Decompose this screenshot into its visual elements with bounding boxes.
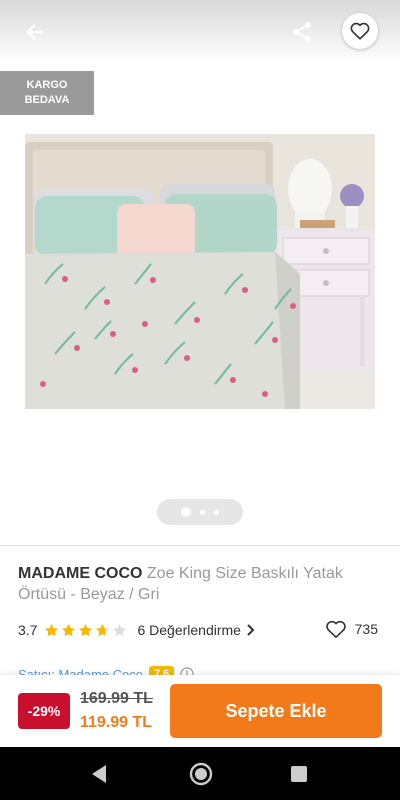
product-image[interactable] bbox=[25, 134, 375, 409]
nav-back-icon[interactable] bbox=[90, 764, 108, 784]
star-icon bbox=[113, 623, 127, 636]
free-shipping-line1: KARGO bbox=[26, 79, 68, 91]
product-photo bbox=[25, 134, 375, 409]
system-nav-bar bbox=[0, 747, 400, 800]
product-title: MADAME COCO Zoe King Size Baskılı Yatak … bbox=[18, 563, 388, 605]
free-shipping-badge: KARGO BEDAVA bbox=[0, 71, 94, 115]
star-icon bbox=[62, 623, 76, 636]
favorite-button[interactable] bbox=[342, 13, 378, 49]
reviews-link[interactable]: 6 Değerlendirme bbox=[137, 622, 255, 638]
chevron-right-icon bbox=[247, 624, 255, 636]
share-button[interactable] bbox=[282, 12, 322, 52]
favorite-count[interactable]: 735 bbox=[325, 619, 378, 639]
purchase-bar: -29% 169.99 TL 119.99 TL Sepete Ekle bbox=[0, 675, 400, 747]
image-pager[interactable] bbox=[157, 499, 243, 525]
star-icon bbox=[96, 623, 110, 636]
nav-home-icon[interactable] bbox=[189, 762, 213, 786]
heart-outline-icon bbox=[325, 620, 346, 638]
star-icon bbox=[79, 623, 93, 636]
pager-dot[interactable] bbox=[214, 509, 219, 515]
divider bbox=[0, 545, 400, 546]
new-price: 119.99 TL bbox=[80, 714, 153, 731]
reviews-label: 6 Değerlendirme bbox=[137, 622, 241, 638]
pager-dot-active[interactable] bbox=[181, 507, 191, 517]
rating-stars bbox=[44, 623, 127, 638]
add-to-cart-button[interactable]: Sepete Ekle bbox=[170, 684, 382, 738]
back-button[interactable] bbox=[14, 12, 56, 52]
arrow-left-icon bbox=[26, 24, 44, 40]
share-icon bbox=[293, 22, 311, 42]
favorite-count-value: 735 bbox=[354, 621, 378, 637]
rating-value: 3.7 bbox=[18, 622, 38, 638]
pager-dot[interactable] bbox=[200, 509, 205, 515]
free-shipping-line2: BEDAVA bbox=[24, 94, 70, 106]
nav-recents-icon[interactable] bbox=[291, 766, 307, 782]
discount-badge: -29% bbox=[18, 693, 70, 729]
old-price: 169.99 TL bbox=[80, 690, 153, 707]
top-bar bbox=[0, 0, 400, 62]
star-icon bbox=[45, 623, 59, 636]
heart-icon bbox=[350, 22, 370, 40]
rating-row: 3.7 6 Değerlendirme 735 bbox=[18, 619, 388, 641]
product-brand[interactable]: MADAME COCO bbox=[18, 565, 142, 582]
